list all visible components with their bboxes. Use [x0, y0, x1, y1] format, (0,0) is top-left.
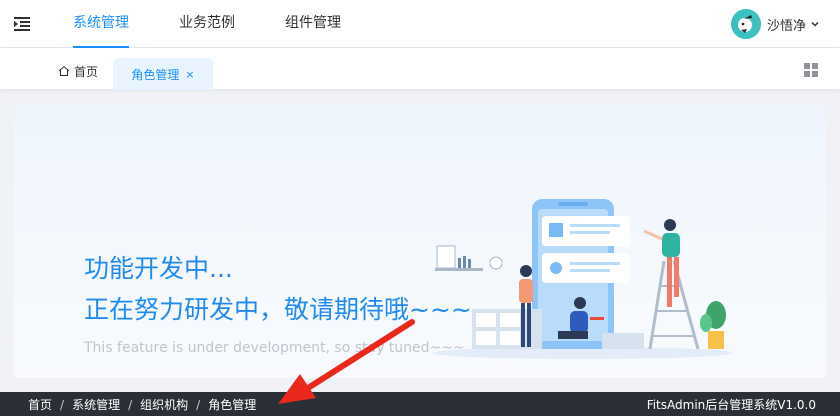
grid-icon[interactable]: [804, 63, 818, 77]
breadcrumb-item-home[interactable]: 首页: [28, 396, 52, 413]
close-icon[interactable]: ×: [185, 68, 194, 81]
user-menu[interactable]: 沙悟净: [730, 9, 820, 39]
breadcrumb-item-role: 角色管理: [208, 398, 257, 412]
page-subtitle-en: This feature is under development, so st…: [84, 340, 465, 356]
tab-role-management[interactable]: 角色管理 ×: [113, 58, 213, 90]
breadcrumb-separator: /: [128, 397, 133, 412]
page-subtitle-cn: 正在努力研发中，敬请期待哦~~~: [84, 295, 472, 324]
tab-home[interactable]: 首页: [58, 64, 99, 79]
menu-toggle-icon[interactable]: [13, 15, 31, 33]
main-content: 功能开发中... 正在努力研发中，敬请期待哦~~~ This feature i…: [14, 106, 826, 378]
breadcrumb-item-system[interactable]: 系统管理: [72, 396, 120, 413]
avatar-icon: [730, 9, 761, 39]
top-tab-system[interactable]: 系统管理: [73, 0, 129, 48]
under-construction-illustration: [432, 199, 732, 359]
top-tab-components[interactable]: 组件管理: [285, 0, 341, 48]
status-bar: 首页 / 系统管理 / 组织机构 / 角色管理 FitsAdmin后台管理系统V…: [0, 392, 840, 416]
breadcrumb-separator: /: [196, 397, 201, 412]
home-icon: [58, 65, 70, 76]
tab-role-label: 角色管理: [131, 67, 180, 82]
app-version: FitsAdmin后台管理系统V1.0.0: [646, 398, 816, 412]
username: 沙悟净: [766, 18, 806, 34]
chevron-down-icon: [811, 21, 819, 27]
tab-home-label: 首页: [74, 64, 99, 79]
page-title: 功能开发中...: [84, 254, 233, 283]
top-navbar: 系统管理 业务范例 组件管理 沙悟净: [0, 0, 840, 48]
breadcrumb-separator: /: [60, 397, 65, 412]
tags-view-bar: 首页 角色管理 ×: [0, 48, 840, 90]
breadcrumb-item-org[interactable]: 组织机构: [140, 396, 188, 413]
breadcrumb: 首页 / 系统管理 / 组织机构 / 角色管理: [28, 396, 256, 413]
top-tab-business[interactable]: 业务范例: [179, 0, 235, 48]
